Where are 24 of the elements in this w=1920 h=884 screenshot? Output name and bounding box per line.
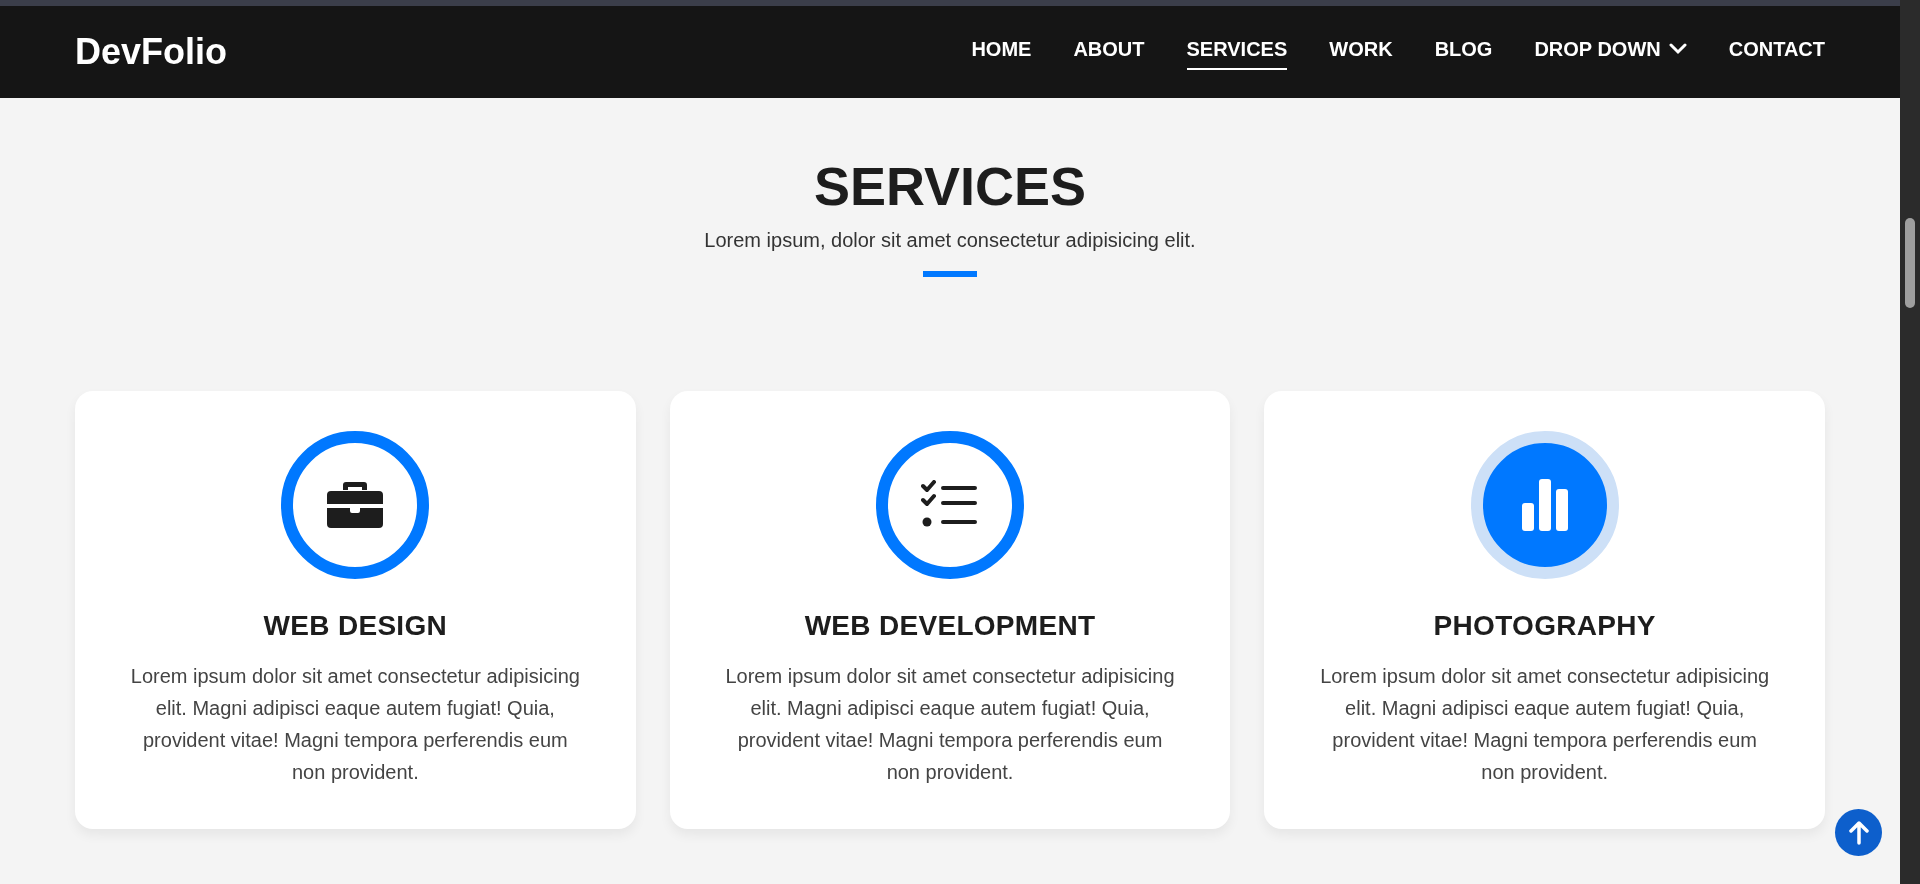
nav-link[interactable]: CONTACT (1728, 34, 1825, 70)
nav-link[interactable]: BLOG (1434, 34, 1493, 70)
nav-link[interactable]: HOME (971, 34, 1032, 70)
service-title: PHOTOGRAPHY (1432, 608, 1657, 643)
back-to-top-button[interactable] (1835, 809, 1882, 856)
section-subtitle: Lorem ipsum, dolor sit amet consectetur adipisicing elit. (703, 227, 1197, 253)
scrollbar-thumb[interactable] (1905, 218, 1915, 308)
service-title: WEB DESIGN (262, 608, 449, 643)
chevron-down-icon (1668, 43, 1687, 55)
nav-link[interactable]: WORK (1329, 34, 1393, 70)
nav-link[interactable]: ABOUT (1073, 34, 1145, 70)
service-title: WEB DEVELOPMENT (803, 608, 1097, 643)
service-description: Lorem ipsum dolor sit amet consectetur adipisicing elit. Magni adipisci eaque autem fugiat! Quia, provident vitae! Magni tempora perferendis eum non provident. (724, 664, 1176, 786)
scrollbar[interactable] (1900, 0, 1920, 884)
bar-chart-icon (1519, 476, 1570, 533)
title-underline (923, 270, 977, 277)
arrow-up-icon (1847, 820, 1870, 845)
brand-logo[interactable]: DevFolio (75, 25, 227, 79)
section-title: SERVICES (812, 155, 1088, 218)
service-description: Lorem ipsum dolor sit amet consectetur adipisicing elit. Magni adipisci eaque autem fugiat! Quia, provident vitae! Magni tempora perferendis eum non provident. (1319, 664, 1771, 786)
briefcase-icon (326, 479, 385, 530)
service-description: Lorem ipsum dolor sit amet consectetur adipisicing elit. Magni adipisci eaque autem fugiat! Quia, provident vitae! Magni tempora perferendis eum non provident. (129, 664, 581, 786)
nav-link[interactable]: SERVICES (1186, 34, 1288, 70)
dropdown-toggle[interactable]: DROP DOWN (1534, 34, 1687, 70)
